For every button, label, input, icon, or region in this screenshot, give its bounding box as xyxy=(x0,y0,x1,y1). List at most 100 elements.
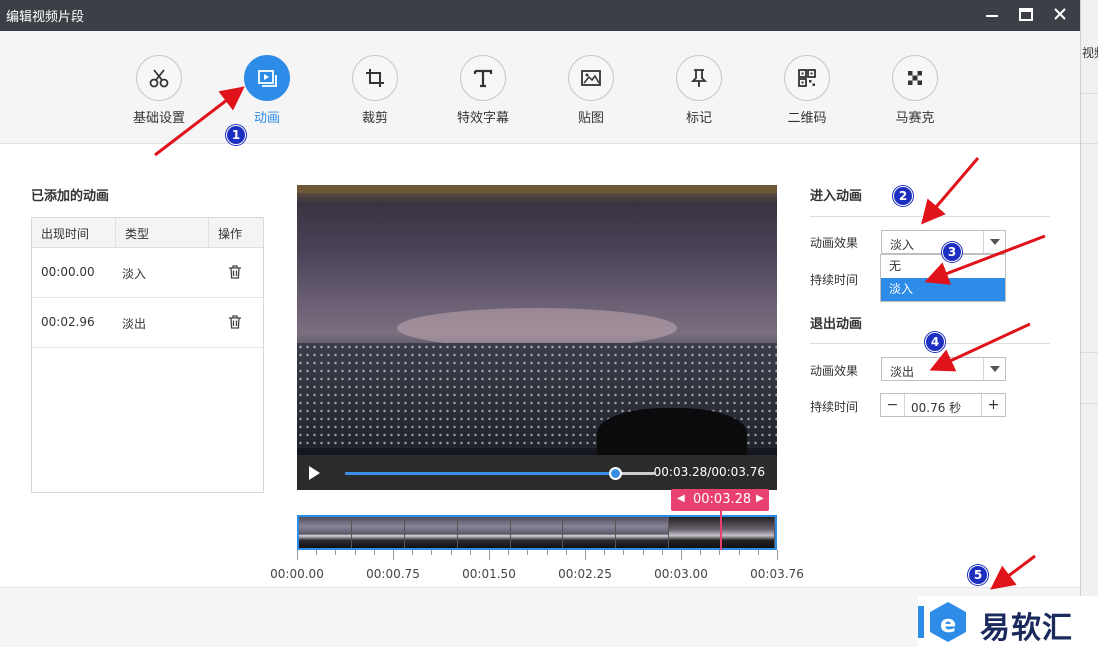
dropdown-option-none[interactable]: 无 xyxy=(881,255,1005,278)
step-forward-icon[interactable]: ▶ xyxy=(756,493,764,504)
player-controls: 00:03.28/00:03.76 xyxy=(297,455,777,490)
tool-sticker[interactable]: 贴图 xyxy=(546,51,636,126)
ruler-tick xyxy=(661,550,663,555)
ruler-tick xyxy=(508,550,510,555)
tool-mosaic[interactable]: 马赛克 xyxy=(870,51,960,126)
decrement-button[interactable]: − xyxy=(881,394,905,416)
ruler-tick xyxy=(450,550,452,555)
trash-icon xyxy=(229,265,241,279)
tool-subtitles[interactable]: 特效字幕 xyxy=(438,51,528,126)
tool-label: 动画 xyxy=(253,111,280,126)
close-button[interactable] xyxy=(1048,4,1072,26)
ruler-tick-label: 00:00.00 xyxy=(270,567,324,581)
exit-effect-label: 动画效果 xyxy=(810,364,859,378)
playhead-badge[interactable]: ◀ 00:03.28 ▶ xyxy=(671,489,769,511)
added-animations-table: 出现时间 类型 操作 00:00.00 淡入 00:02.96 淡出 xyxy=(31,217,264,493)
enter-animation-title: 进入动画 xyxy=(810,189,863,204)
tool-animation[interactable]: 动画 xyxy=(222,51,312,126)
row-type: 淡入 xyxy=(122,267,147,281)
tool-qrcode[interactable]: 二维码 xyxy=(762,51,852,126)
delete-button[interactable] xyxy=(228,315,242,332)
minimize-button[interactable] xyxy=(980,4,1004,26)
progress-knob[interactable] xyxy=(609,467,623,480)
play-button[interactable] xyxy=(307,465,321,484)
timeline-thumbnail xyxy=(722,517,776,548)
mosaic-icon xyxy=(908,71,922,85)
dropdown-option-fade-in[interactable]: 淡入 xyxy=(881,278,1005,301)
enter-effect-dropdown: 无 淡入 xyxy=(880,254,1006,302)
tool-label: 二维码 xyxy=(787,111,827,126)
progress-fill xyxy=(345,472,616,475)
increment-button[interactable]: + xyxy=(981,394,1005,416)
caret-down-icon xyxy=(989,366,1000,372)
annotation-marker-3: 3 xyxy=(942,242,962,262)
annotation-marker-1: 1 xyxy=(226,125,246,145)
ruler-tick xyxy=(335,550,337,555)
dropdown-button[interactable] xyxy=(983,358,1005,380)
exit-duration-stepper[interactable]: − 00.76 秒 + xyxy=(880,393,1006,417)
close-icon xyxy=(1054,8,1066,20)
svg-text:e: e xyxy=(940,610,956,638)
timeline-thumbnail xyxy=(510,517,564,548)
ruler-tick-label: 00:01.50 xyxy=(462,567,516,581)
tool-crop[interactable]: 裁剪 xyxy=(330,51,420,126)
divider xyxy=(1081,93,1098,94)
column-header-action: 操作 xyxy=(218,227,243,241)
table-row[interactable]: 00:02.96 淡出 xyxy=(32,298,263,348)
step-back-icon[interactable]: ◀ xyxy=(677,493,685,504)
dropdown-button[interactable] xyxy=(983,231,1005,253)
video-preview[interactable]: 00:03.28/00:03.76 xyxy=(297,185,777,490)
ruler-tick-label: 00:03.76 xyxy=(750,567,804,581)
tool-mark[interactable]: 标记 xyxy=(654,51,744,126)
enter-effect-label: 动画效果 xyxy=(810,236,859,250)
enter-effect-value: 淡入 xyxy=(890,238,915,252)
row-type: 淡出 xyxy=(122,317,147,331)
row-time: 00:00.00 xyxy=(41,265,95,279)
sky-glow xyxy=(397,308,677,348)
timeline-strip[interactable] xyxy=(297,515,777,550)
play-frame-icon xyxy=(258,70,277,87)
ruler-tick xyxy=(700,550,702,555)
ruler-tick xyxy=(297,550,298,560)
ruler-tick-label: 00:03.00 xyxy=(654,567,708,581)
maximize-button[interactable] xyxy=(1014,4,1038,26)
added-animations-title: 已添加的动画 xyxy=(31,189,110,204)
time-display: 00:03.28/00:03.76 xyxy=(653,465,765,479)
exit-duration-value[interactable]: 00.76 秒 xyxy=(911,399,961,416)
annotation-marker-5: 5 xyxy=(968,565,988,585)
tool-basic-settings[interactable]: 基础设置 xyxy=(114,51,204,126)
background-app-text: 视频 xyxy=(1082,46,1098,60)
watermark-logo-icon: e xyxy=(918,602,966,642)
caret-down-icon xyxy=(989,239,1000,245)
timeline-thumbnail xyxy=(669,517,723,548)
timeline-thumbnail xyxy=(563,517,617,548)
tool-circle xyxy=(568,55,614,101)
background-app-strip: 视频 xyxy=(1080,0,1098,647)
ruler-tick xyxy=(546,550,548,555)
ruler-tick xyxy=(373,550,375,555)
timeline-cursor[interactable] xyxy=(720,511,722,550)
tool-label: 特效字幕 xyxy=(456,111,509,126)
tool-circle xyxy=(352,55,398,101)
text-icon xyxy=(473,69,493,88)
exit-animation-title: 退出动画 xyxy=(810,317,863,332)
scissors-icon xyxy=(149,69,169,88)
tool-circle xyxy=(892,55,938,101)
table-row[interactable]: 00:00.00 淡入 xyxy=(32,248,263,298)
annotation-arrow-5 xyxy=(990,554,1036,590)
playhead-time: 00:03.28 xyxy=(693,492,752,507)
ruler-tick xyxy=(585,550,586,560)
ruler-tick xyxy=(719,550,721,555)
exit-effect-select[interactable]: 淡出 xyxy=(881,357,1006,381)
delete-button[interactable] xyxy=(228,265,242,282)
tool-label: 标记 xyxy=(685,111,712,126)
progress-bar[interactable] xyxy=(345,467,655,480)
annotation-arrow-2 xyxy=(921,157,980,225)
row-time: 00:02.96 xyxy=(41,315,95,329)
image-icon xyxy=(581,70,601,86)
ruler-tick-label: 00:00.75 xyxy=(366,567,420,581)
tool-label: 基础设置 xyxy=(132,111,185,126)
divider xyxy=(1081,403,1098,404)
divider xyxy=(1081,143,1098,144)
tool-label: 贴图 xyxy=(577,111,604,126)
